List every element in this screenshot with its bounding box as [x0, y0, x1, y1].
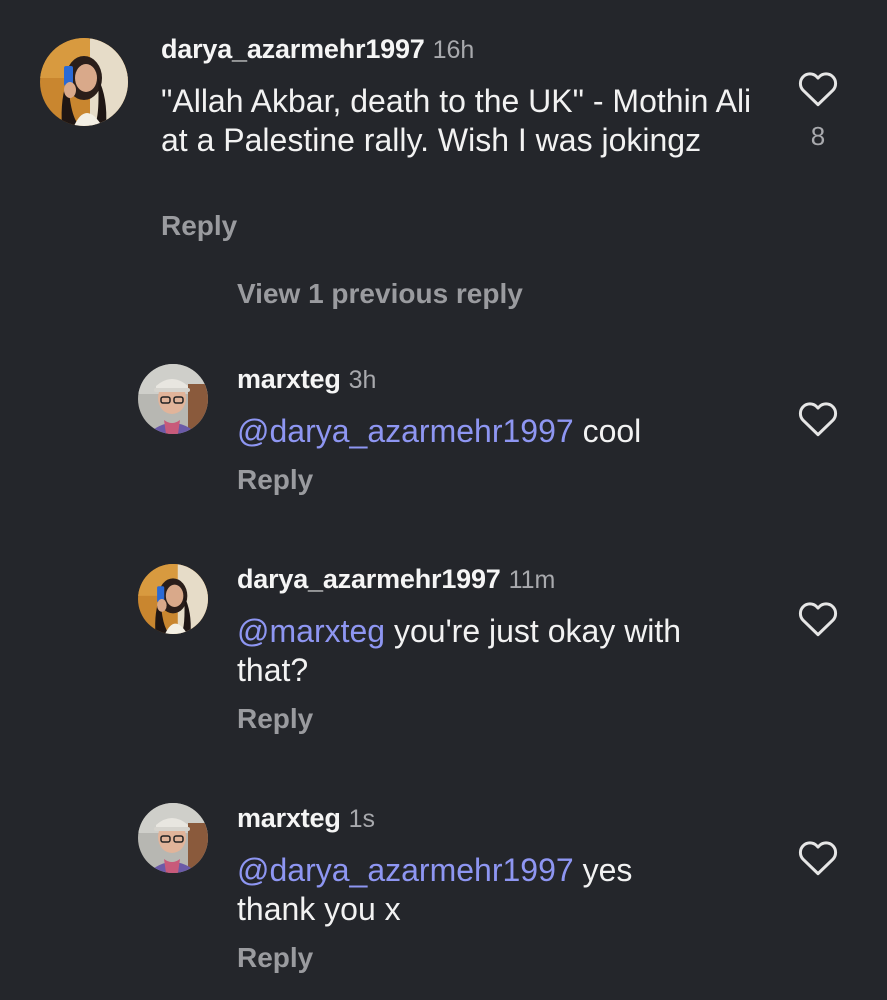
username[interactable]: darya_azarmehr1997	[161, 34, 425, 64]
like-button[interactable]	[797, 598, 839, 638]
reply-text: @darya_azarmehr1997 cool	[237, 412, 777, 451]
man-cap-avatar-icon	[138, 364, 208, 434]
username[interactable]: darya_azarmehr1997	[237, 564, 501, 594]
mention-link[interactable]: @darya_azarmehr1997	[237, 852, 574, 888]
like-button[interactable]	[797, 398, 839, 438]
woman-selfie-avatar-icon	[138, 564, 208, 634]
woman-selfie-avatar-icon	[40, 38, 128, 126]
view-previous-replies-button[interactable]: View 1 previous reply	[237, 278, 523, 310]
reply-meta: darya_azarmehr1997 11m	[237, 564, 555, 595]
timestamp: 3h	[348, 366, 377, 394]
like-count: 8	[810, 121, 826, 151]
heart-outline-icon	[798, 602, 838, 637]
like-button[interactable]	[797, 68, 839, 108]
username[interactable]: marxteg	[237, 364, 341, 394]
reply-item: darya_azarmehr1997 11m @marxteg you're ju…	[0, 562, 887, 752]
timestamp: 16h	[432, 36, 475, 64]
heart-outline-icon	[798, 72, 838, 107]
like-button[interactable]	[797, 837, 839, 877]
avatar[interactable]	[138, 564, 208, 634]
reply-item: marxteg 1s @darya_azarmehr1997 yes thank …	[0, 801, 887, 991]
comment-text: "Allah Akbar, death to the UK" - Mothin …	[161, 83, 752, 158]
mention-link[interactable]: @marxteg	[237, 613, 385, 649]
reply-text: @marxteg you're just okay with that?	[237, 612, 747, 690]
reply-text: @darya_azarmehr1997 yes thank you x	[237, 851, 687, 929]
reply-meta: marxteg 1s	[237, 803, 375, 834]
reply-meta: marxteg 3h	[237, 364, 376, 395]
heart-outline-icon	[798, 402, 838, 437]
timestamp: 11m	[508, 566, 556, 594]
username[interactable]: marxteg	[237, 803, 341, 833]
avatar[interactable]	[40, 38, 128, 126]
man-cap-avatar-icon	[138, 803, 208, 873]
reply-body: cool	[573, 413, 642, 449]
mention-link[interactable]: @darya_azarmehr1997	[237, 413, 574, 449]
reply-button[interactable]: Reply	[237, 703, 313, 735]
comment-top: darya_azarmehr1997 16h "Allah Akbar, deat…	[0, 0, 887, 260]
timestamp: 1s	[348, 805, 376, 833]
reply-item: marxteg 3h @darya_azarmehr1997 cool Reply	[0, 362, 887, 512]
avatar[interactable]	[138, 803, 208, 873]
heart-outline-icon	[798, 841, 838, 876]
avatar[interactable]	[138, 364, 208, 434]
comment-meta: darya_azarmehr1997 16h	[161, 34, 474, 65]
reply-button[interactable]: Reply	[237, 464, 313, 496]
reply-button[interactable]: Reply	[161, 210, 237, 242]
reply-button[interactable]: Reply	[237, 942, 313, 974]
